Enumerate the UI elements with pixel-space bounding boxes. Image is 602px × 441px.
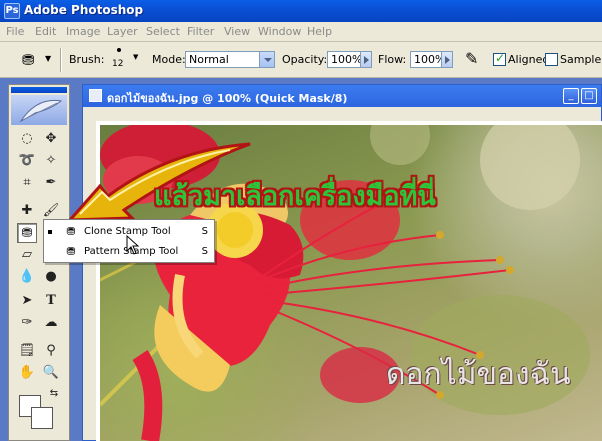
- opacity-label: Opacity:: [282, 53, 328, 66]
- pattern-stamp-icon: ⛃: [66, 245, 76, 258]
- lasso-tool-icon[interactable]: ➰: [17, 151, 37, 171]
- airbrush-icon[interactable]: ✎: [465, 49, 478, 68]
- opacity-input[interactable]: 100%: [327, 51, 363, 68]
- photoshop-app-icon: Ps: [4, 3, 20, 19]
- zoom-tool-icon[interactable]: 🔍: [41, 363, 61, 383]
- menu-bar: File Edit Image Layer Select Filter View…: [0, 22, 602, 42]
- options-bar: ⛃ ▼ Brush: 12 ▼ Mode: Normal Opacity: 10…: [0, 42, 602, 78]
- custom-shape-tool-icon[interactable]: ☁: [41, 313, 61, 333]
- opacity-slider-arrow-icon[interactable]: [360, 51, 372, 68]
- magic-wand-tool-icon[interactable]: ✧: [41, 151, 61, 171]
- pattern-stamp-shortcut: S: [201, 246, 208, 257]
- document-title: ดอกไม้ของฉัน.jpg @ 100% (Quick Mask/8): [107, 92, 348, 105]
- clone-stamp-shortcut: S: [201, 226, 208, 237]
- maximize-button[interactable]: □: [581, 88, 597, 104]
- slice-tool-icon[interactable]: ✒: [41, 173, 61, 193]
- clone-stamp-preset-icon[interactable]: ⛃: [22, 51, 35, 69]
- clone-stamp-tool-icon[interactable]: ⛃: [17, 223, 37, 243]
- mode-label: Mode:: [152, 53, 186, 66]
- tools-panel-grip[interactable]: [11, 87, 67, 93]
- separator: [60, 48, 62, 72]
- swap-colors-icon[interactable]: ⇆: [47, 387, 61, 401]
- menu-help[interactable]: Help: [307, 25, 332, 38]
- aligned-label: Aligned: [508, 53, 550, 66]
- menu-window[interactable]: Window: [258, 25, 301, 38]
- sample-label: Sample A: [560, 53, 602, 66]
- document-title-bar[interactable]: ดอกไม้ของฉัน.jpg @ 100% (Quick Mask/8) _…: [83, 85, 601, 107]
- blur-tool-icon[interactable]: 💧: [17, 267, 37, 287]
- pen-tool-icon[interactable]: ✑: [17, 313, 37, 333]
- selected-bullet-icon: [48, 230, 52, 234]
- opacity-value: 100%: [331, 53, 363, 66]
- chevron-down-icon: [259, 52, 274, 67]
- minimize-button[interactable]: _: [563, 88, 579, 104]
- annotation-headline: แล้วมาเลือกเครื่องมือที่นี่: [154, 181, 436, 212]
- eyedropper-tool-icon[interactable]: ⚲: [41, 341, 61, 361]
- clone-stamp-icon: ⛃: [66, 225, 76, 238]
- menu-select[interactable]: Select: [146, 25, 180, 38]
- sample-all-layers-checkbox[interactable]: [545, 53, 558, 66]
- preset-dropdown-arrow-icon[interactable]: ▼: [45, 54, 51, 63]
- crop-tool-icon[interactable]: ⌗: [17, 173, 37, 193]
- notes-tool-icon[interactable]: 🗒: [17, 341, 37, 361]
- brush-tool-icon[interactable]: 🖌: [41, 201, 61, 221]
- mode-value: Normal: [189, 53, 229, 66]
- menu-layer[interactable]: Layer: [107, 25, 138, 38]
- menu-edit[interactable]: Edit: [35, 25, 56, 38]
- brush-dropdown-arrow-icon: ▼: [133, 53, 139, 61]
- brush-size: 12: [112, 59, 124, 69]
- hand-tool-icon[interactable]: ✋: [17, 363, 37, 383]
- flow-slider-arrow-icon[interactable]: [441, 51, 453, 68]
- flow-label: Flow:: [378, 53, 407, 66]
- aligned-checkbox[interactable]: [493, 51, 506, 66]
- photoshop-feather-logo[interactable]: [11, 95, 67, 125]
- title-bar: Ps Adobe Photoshop: [0, 0, 602, 22]
- move-tool-icon[interactable]: ✥: [41, 129, 61, 149]
- background-color-swatch[interactable]: [31, 407, 53, 429]
- marquee-tool-icon[interactable]: ◌: [17, 129, 37, 149]
- brush-picker[interactable]: 12 ▼: [108, 46, 138, 74]
- eraser-tool-icon[interactable]: ▱: [17, 245, 37, 265]
- menu-image[interactable]: Image: [66, 25, 100, 38]
- menu-filter[interactable]: Filter: [187, 25, 214, 38]
- menu-file[interactable]: File: [6, 25, 24, 38]
- app-title: Adobe Photoshop: [24, 3, 144, 17]
- brush-tip-icon: [117, 48, 121, 52]
- flow-input[interactable]: 100%: [410, 51, 445, 68]
- type-tool-icon[interactable]: T: [41, 291, 61, 311]
- document-icon: [89, 89, 102, 102]
- mouse-cursor-icon: [126, 235, 140, 255]
- menu-view[interactable]: View: [224, 25, 250, 38]
- image-watermark: ดอกไม้ของฉัน: [386, 357, 571, 392]
- path-selection-tool-icon[interactable]: ➤: [17, 291, 37, 311]
- dodge-tool-icon[interactable]: ●: [41, 267, 61, 287]
- healing-brush-tool-icon[interactable]: ✚: [17, 201, 37, 221]
- mode-select[interactable]: Normal: [185, 51, 275, 68]
- brush-label: Brush:: [69, 53, 105, 66]
